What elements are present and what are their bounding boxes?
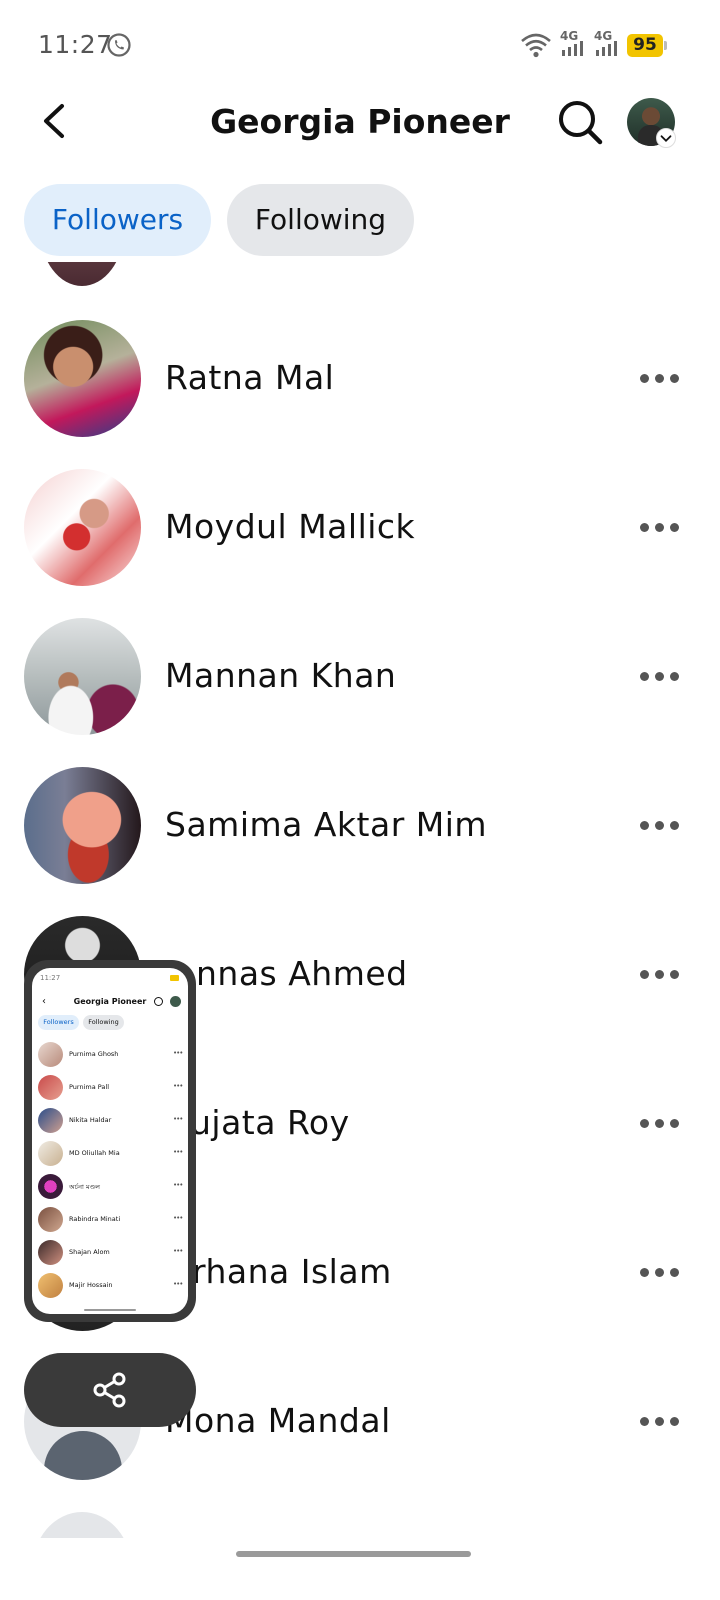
more-options-icon[interactable] [636,1105,682,1141]
list-item[interactable]: Moydul Mallick [0,469,720,618]
avatar[interactable] [24,469,141,586]
follower-name[interactable]: Mona Mandal [165,1401,391,1440]
mini-list-item: Majir Hossain ••• [32,1273,188,1306]
battery-level: 95 [627,34,663,57]
floating-window-preview[interactable]: 11:27 ‹ Georgia Pioneer Followers Follow… [24,960,196,1322]
mini-tab-following: Following [83,1015,124,1030]
list-item[interactable]: Samima Aktar Mim [0,767,720,916]
follower-name[interactable]: Samima Aktar Mim [165,805,487,844]
more-options-icon[interactable] [636,509,682,545]
cell-signal-icon: 4G [560,29,586,58]
chevron-down-icon[interactable] [656,128,676,148]
more-options-icon[interactable] [636,956,682,992]
share-icon [93,1372,126,1408]
mini-list-item: Shajan Alom ••• [32,1240,188,1273]
mini-home-indicator [84,1309,136,1311]
mini-status-time: 11:27 [40,974,61,982]
list-item[interactable]: Ratna Mal [0,320,720,469]
search-icon[interactable] [556,98,604,146]
mini-list-item: Purnima Pall ••• [32,1075,188,1108]
mini-search-icon [154,997,163,1006]
follower-name[interactable]: rhana Islam [192,1252,392,1291]
wifi-icon [521,33,551,58]
share-button[interactable] [24,1353,196,1427]
home-indicator[interactable] [236,1551,471,1557]
status-bar: 11:27 4G 4G 95 [0,0,720,92]
follower-name[interactable]: nnas Ahmed [196,954,408,993]
followers-list[interactable]: Ratna Mal Moydul Mallick Mannan Khan Sam… [0,262,720,1540]
tab-followers[interactable]: Followers [24,184,211,256]
avatar[interactable] [24,767,141,884]
more-options-icon[interactable] [636,658,682,694]
mini-list-item: MD Oliullah Mia ••• [32,1141,188,1174]
cell-signal-icon: 4G [594,29,620,58]
mini-page-title: Georgia Pioneer [73,997,147,1006]
list-item[interactable]: Mannan Khan [0,618,720,767]
mini-list-item: Nikita Haldar ••• [32,1108,188,1141]
list-item[interactable] [0,1512,720,1540]
app-header: Georgia Pioneer [0,92,720,156]
more-options-icon[interactable] [636,360,682,396]
page-title: Georgia Pioneer [210,102,510,141]
tab-following[interactable]: Following [227,184,414,256]
follower-name[interactable]: Moydul Mallick [165,507,415,546]
mini-list-item: Rabindra Minati ••• [32,1207,188,1240]
navigation-bar [0,1538,720,1600]
mini-avatar [170,996,181,1007]
mini-list-item: অর্চনা মণ্ডল ••• [32,1174,188,1207]
whatsapp-icon [107,33,131,57]
avatar[interactable] [24,320,141,437]
follower-name[interactable]: ujata Roy [190,1103,350,1142]
more-options-icon[interactable] [636,807,682,843]
more-options-icon[interactable] [636,1403,682,1439]
avatar[interactable] [32,1512,132,1540]
mini-list-item: Purnima Ghosh ••• [32,1042,188,1075]
avatar[interactable] [24,618,141,735]
status-time: 11:27 [38,30,113,59]
mini-tab-followers: Followers [38,1015,79,1030]
battery-icon: 95 [627,34,667,57]
follower-name[interactable]: Mannan Khan [165,656,396,695]
follower-name[interactable]: Ratna Mal [165,358,334,397]
mini-battery-icon [170,975,179,981]
more-options-icon[interactable] [636,1254,682,1290]
avatar[interactable] [40,262,124,286]
mini-screen[interactable]: 11:27 ‹ Georgia Pioneer Followers Follow… [32,968,188,1314]
